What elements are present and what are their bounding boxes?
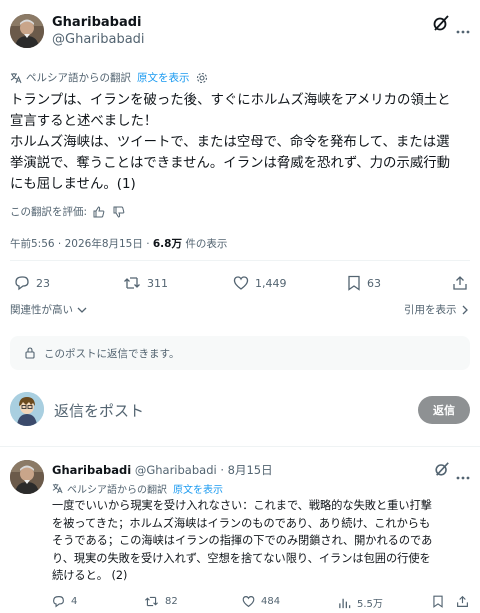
more-options-icon[interactable] xyxy=(456,466,470,480)
reply-repost-action[interactable]: 82 xyxy=(144,595,178,608)
bookmark-icon xyxy=(347,275,361,291)
chevron-right-icon xyxy=(461,305,469,315)
post-body-line: ホルムズ海峡は、ツイートで、または空母で、命令を発布して、または選 xyxy=(10,135,450,150)
quotes-link[interactable]: 引用を表示 xyxy=(404,302,469,317)
like-action[interactable]: 1,449 xyxy=(233,275,287,291)
repost-action[interactable]: 311 xyxy=(123,275,168,291)
reply-translated-from: ペルシア語からの翻訳 xyxy=(67,485,167,496)
reply-restriction-text: このポストに返信できます。 xyxy=(44,347,180,360)
sort-label: 関連性が高い xyxy=(10,304,73,316)
rate-translation-row: この翻訳を評価: xyxy=(10,204,125,219)
reply-reply-action[interactable]: 4 xyxy=(52,595,77,608)
reply-views-count: 5.5万 xyxy=(357,599,383,610)
reply-body-line: り、現実の失敗を受け入れず、空想を捨てない限り、イランは包囲の行使を xyxy=(52,551,431,565)
reply-header: Gharibabadi @Gharibabadi · 8月15日 xyxy=(52,462,273,478)
settings-icon[interactable] xyxy=(196,72,208,84)
translate-icon xyxy=(52,483,63,494)
translation-row: ペルシア語からの翻訳 原文を表示 xyxy=(10,70,208,85)
share-action[interactable] xyxy=(452,275,474,291)
post-body: トランプは、イランを破った後、すぐにホルムズ海峡をアメリカの領土と 宣言すると述… xyxy=(10,90,451,195)
author-avatar[interactable] xyxy=(10,14,44,48)
share-icon xyxy=(452,275,468,291)
reply-bookmark-action[interactable] xyxy=(432,595,450,608)
reply-body-line: 続けると。 (2) xyxy=(52,569,128,582)
heart-icon xyxy=(242,595,255,608)
post-body-line: トランプは、イランを破った後、すぐにホルムズ海峡をアメリカの領土と xyxy=(10,93,451,108)
timestamp-row: 午前5:56 · 2026年8月15日 · 6.8万 件の表示 xyxy=(10,236,227,251)
reply-repost-count: 82 xyxy=(165,596,178,607)
sort-dropdown[interactable]: 関連性が高い xyxy=(10,302,87,317)
reply-input[interactable]: 返信をポスト xyxy=(54,400,144,421)
reply-translation-row: ペルシア語からの翻訳 原文を表示 xyxy=(52,481,223,496)
reply-body: 一度でいいから現実を受け入れなさい：これまで、戦略的な失敗と重い打撃 を被ってき… xyxy=(52,497,432,585)
quotes-label: 引用を表示 xyxy=(404,304,457,316)
divider xyxy=(10,260,470,261)
reply-button-label: 返信 xyxy=(433,404,455,417)
reply-icon xyxy=(14,275,30,291)
reply-count: 23 xyxy=(36,276,50,290)
reply-author-handle[interactable]: @Gharibabadi xyxy=(135,463,217,477)
views-label: 件の表示 xyxy=(181,238,228,250)
translated-from-label: ペルシア語からの翻訳 xyxy=(26,72,131,84)
reply-reply-count: 4 xyxy=(71,596,78,607)
bookmark-icon xyxy=(432,595,444,608)
analytics-icon xyxy=(338,596,351,609)
repost-icon xyxy=(144,595,159,608)
repost-icon xyxy=(123,275,141,291)
views-count: 6.8万 xyxy=(152,238,182,250)
show-original-link[interactable]: 原文を表示 xyxy=(137,70,190,85)
chevron-down-icon xyxy=(77,306,87,314)
reply-body-line: を被ってきた；ホルムズ海峡はイランのものであり、あり続け、これからも xyxy=(52,516,431,530)
author-name[interactable]: Gharibabadi xyxy=(52,15,141,30)
thumbs-up-icon[interactable] xyxy=(93,205,105,218)
reply-restriction-box: このポストに返信できます。 xyxy=(10,336,470,370)
reply-like-action[interactable]: 484 xyxy=(242,595,280,608)
reply-author-avatar[interactable] xyxy=(10,460,44,494)
post-body-line: にも屈しません。(1) xyxy=(10,177,136,192)
more-options-icon[interactable] xyxy=(456,20,470,34)
heart-icon xyxy=(233,275,249,291)
reply-share-action[interactable] xyxy=(456,595,475,608)
post-body-line: 宣言すると述べました！ xyxy=(10,114,158,129)
user-avatar[interactable] xyxy=(10,392,44,426)
reply-button[interactable]: 返信 xyxy=(418,396,470,424)
rate-translation-label: この翻訳を評価: xyxy=(10,206,88,218)
reply-body-line: 一度でいいから現実を受け入れなさい：これまで、戦略的な失敗と重い打撃 xyxy=(52,499,432,512)
reply-date[interactable]: · 8月15日 xyxy=(220,463,272,477)
post-body-line: 挙演説で、奪うことはできません。イランは脅威を恐れず、力の示威行動 xyxy=(10,156,451,171)
reply-body-line: そうである；この海峡はイランの指揮の下でのみ閉鎖され、開かれるのであ xyxy=(52,534,433,547)
bookmark-count: 63 xyxy=(367,276,381,290)
translate-icon xyxy=(10,72,22,84)
reply-action[interactable]: 23 xyxy=(14,275,50,291)
repost-count: 311 xyxy=(147,276,168,290)
author-handle[interactable]: @Gharibabadi xyxy=(52,32,145,47)
lock-icon xyxy=(24,347,36,359)
share-icon xyxy=(456,595,469,608)
like-count: 1,449 xyxy=(255,276,287,290)
bookmark-action[interactable]: 63 xyxy=(347,275,381,291)
reply-views-action[interactable]: 5.5万 xyxy=(338,595,383,610)
grok-icon[interactable] xyxy=(432,14,450,32)
divider xyxy=(0,446,480,447)
reply-show-original-link[interactable]: 原文を表示 xyxy=(173,481,223,496)
reply-icon xyxy=(52,595,65,608)
reply-author-name[interactable]: Gharibabadi xyxy=(52,463,131,477)
thumbs-down-icon[interactable] xyxy=(113,206,125,218)
reply-like-count: 484 xyxy=(261,596,281,607)
grok-icon[interactable] xyxy=(434,461,450,477)
timestamp[interactable]: 午前5:56 · 2026年8月15日 · xyxy=(10,238,153,250)
